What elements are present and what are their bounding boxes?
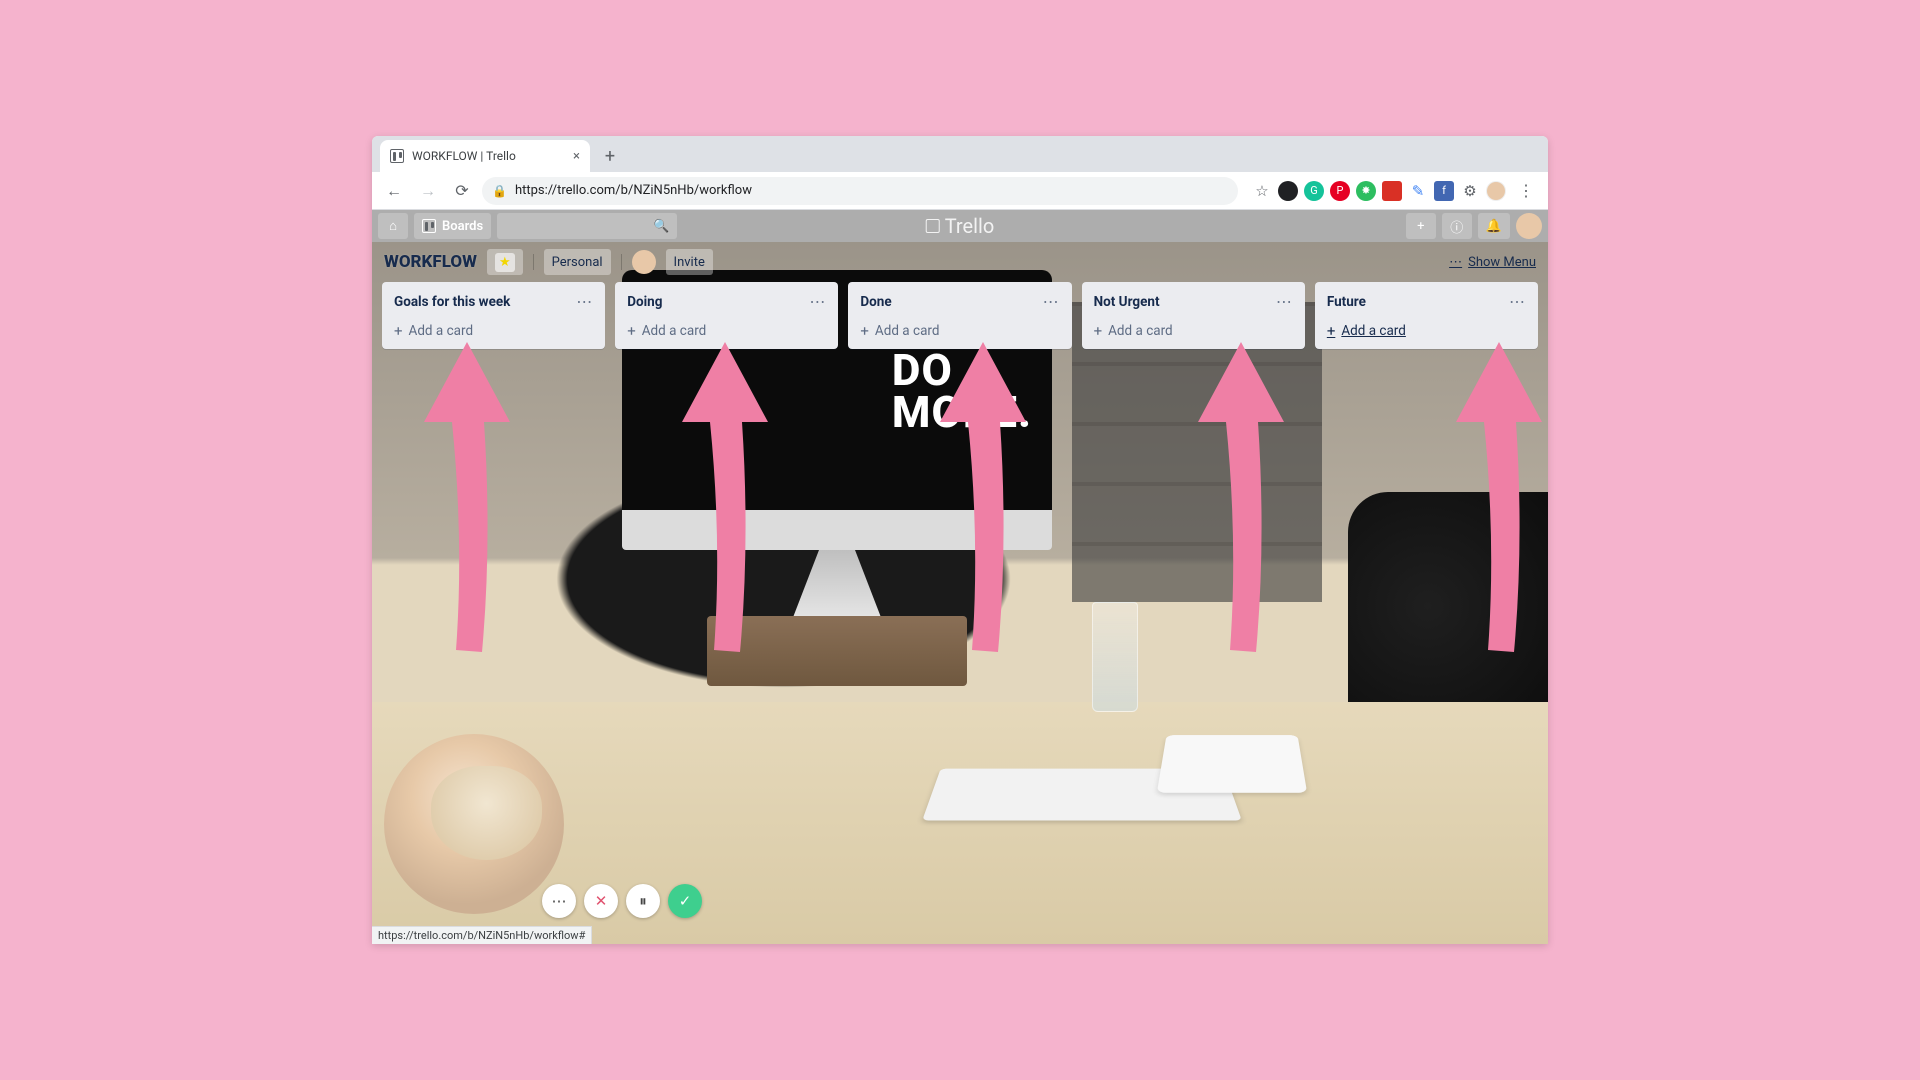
list-menu-button[interactable]: ⋯ [1276, 292, 1293, 311]
status-bar-url: https://trello.com/b/NZiN5nHb/workflow# [372, 926, 592, 944]
search-icon: 🔍 [653, 219, 669, 234]
list-title[interactable]: Doing [627, 294, 662, 310]
back-button[interactable]: ← [380, 177, 408, 205]
list-title[interactable]: Done [860, 294, 891, 310]
show-menu-label: Show Menu [1468, 255, 1536, 270]
invite-button[interactable]: Invite [666, 249, 713, 275]
trello-logo-text: Trello [945, 214, 995, 238]
plus-icon: + [1094, 324, 1103, 339]
trello-logo-icon [926, 219, 940, 233]
star-icon: ★ [495, 253, 515, 272]
browser-window: WORKFLOW | Trello × + ← → ⟳ 🔒 https://tr… [372, 136, 1548, 944]
plus-icon: + [394, 324, 403, 339]
add-card-label: Add a card [642, 323, 707, 339]
star-board-button[interactable]: ★ [487, 249, 523, 275]
add-card-label: Add a card [1341, 323, 1406, 339]
create-button[interactable]: + [1406, 213, 1436, 239]
tab-title: WORKFLOW | Trello [412, 149, 516, 163]
address-bar: ← → ⟳ 🔒 https://trello.com/b/NZiN5nHb/wo… [372, 172, 1548, 210]
background-trackpad [1157, 735, 1307, 793]
invite-label: Invite [674, 255, 705, 270]
profile-avatar-icon[interactable] [1486, 181, 1506, 201]
tab-strip: WORKFLOW | Trello × + [372, 136, 1548, 172]
add-card-button[interactable]: + Add a card [390, 319, 597, 343]
star-icon[interactable]: ☆ [1252, 181, 1272, 201]
add-card-button[interactable]: + Add a card [623, 319, 830, 343]
url-text: https://trello.com/b/NZiN5nHb/workflow [515, 183, 752, 198]
recording-pause-button[interactable]: ⏸ [626, 884, 660, 918]
recording-controls: ⋯ ✕ ⏸ ✓ [542, 884, 702, 918]
add-card-label: Add a card [409, 323, 474, 339]
recording-more-button[interactable]: ⋯ [542, 884, 576, 918]
list: Doing ⋯ + Add a card [615, 282, 838, 349]
close-tab-icon[interactable]: × [573, 149, 580, 164]
board-canvas: DO MORE. WORKFLOW ★ Personal [372, 242, 1548, 944]
list-title[interactable]: Goals for this week [394, 294, 510, 310]
trello-logo[interactable]: Trello [926, 214, 995, 238]
background-glass [1092, 602, 1138, 712]
add-card-button[interactable]: + Add a card [1090, 319, 1297, 343]
grammarly-icon[interactable]: G [1304, 181, 1324, 201]
pinterest-icon[interactable]: P [1330, 181, 1350, 201]
add-card-label: Add a card [875, 323, 940, 339]
visibility-chip[interactable]: Personal [544, 249, 611, 275]
list: Future ⋯ + Add a card [1315, 282, 1538, 349]
evernote-icon[interactable]: ✸ [1356, 181, 1376, 201]
list-menu-button[interactable]: ⋯ [809, 292, 826, 311]
list-menu-button[interactable]: ⋯ [1043, 292, 1060, 311]
recording-finish-button[interactable]: ✓ [668, 884, 702, 918]
search-field[interactable]: 🔍 [497, 213, 677, 239]
board-header: WORKFLOW ★ Personal Invite ⋯ Show Menu [372, 242, 1548, 282]
browser-menu-button[interactable]: ⋮ [1512, 177, 1540, 205]
trello-global-header: ⌂ Boards 🔍 Trello + ⓘ 🔔 [372, 210, 1548, 242]
home-button[interactable]: ⌂ [378, 213, 408, 239]
list: Done ⋯ + Add a card [848, 282, 1071, 349]
boards-button[interactable]: Boards [414, 213, 491, 239]
notifications-button[interactable]: 🔔 [1478, 213, 1510, 239]
board-member-avatar[interactable] [632, 250, 656, 274]
browser-tab-active[interactable]: WORKFLOW | Trello × [380, 140, 590, 172]
info-button[interactable]: ⓘ [1442, 213, 1472, 239]
facebook-icon[interactable]: f [1434, 181, 1454, 201]
bg-text-line2: MORE. [892, 386, 1032, 438]
add-card-button[interactable]: + Add a card [1323, 319, 1530, 343]
visibility-label: Personal [552, 255, 603, 270]
lists-row: Goals for this week ⋯ + Add a card Doing ⋯ + Ad… [372, 282, 1548, 349]
list: Not Urgent ⋯ + Add a card [1082, 282, 1305, 349]
boards-label: Boards [442, 219, 483, 234]
board-title[interactable]: WORKFLOW [384, 252, 477, 272]
extensions-row: ☆ GP ✸ ✎ f ⚙ [1244, 181, 1480, 201]
list-menu-button[interactable]: ⋯ [1509, 292, 1526, 311]
annotation-arrow [412, 342, 522, 662]
list: Goals for this week ⋯ + Add a card [382, 282, 605, 349]
plus-icon: + [627, 324, 636, 339]
list-title[interactable]: Not Urgent [1094, 294, 1160, 310]
ext-pen-icon[interactable]: ✎ [1408, 181, 1428, 201]
plus-icon: + [1327, 324, 1336, 339]
list-title[interactable]: Future [1327, 294, 1366, 310]
ellipsis-icon: ⋯ [1449, 255, 1462, 270]
add-card-label: Add a card [1108, 323, 1173, 339]
ext-red-square[interactable] [1382, 181, 1402, 201]
forward-button[interactable]: → [414, 177, 442, 205]
show-menu-button[interactable]: ⋯ Show Menu [1449, 255, 1536, 270]
plus-icon: + [860, 324, 869, 339]
reload-button[interactable]: ⟳ [448, 177, 476, 205]
trello-favicon-icon [390, 149, 404, 163]
divider [621, 254, 622, 270]
recording-cancel-button[interactable]: ✕ [584, 884, 618, 918]
user-avatar[interactable] [1516, 213, 1542, 239]
url-field[interactable]: 🔒 https://trello.com/b/NZiN5nHb/workflow [482, 177, 1238, 205]
home-icon: ⌂ [389, 218, 397, 234]
new-tab-button[interactable]: + [596, 142, 624, 170]
add-card-button[interactable]: + Add a card [856, 319, 1063, 343]
lock-icon: 🔒 [492, 184, 507, 198]
list-menu-button[interactable]: ⋯ [576, 292, 593, 311]
divider [533, 254, 534, 270]
ext-circle-1[interactable] [1278, 181, 1298, 201]
boards-icon [422, 219, 436, 233]
settings-ext-icon[interactable]: ⚙ [1460, 181, 1480, 201]
webcam-bubble[interactable] [384, 734, 564, 914]
